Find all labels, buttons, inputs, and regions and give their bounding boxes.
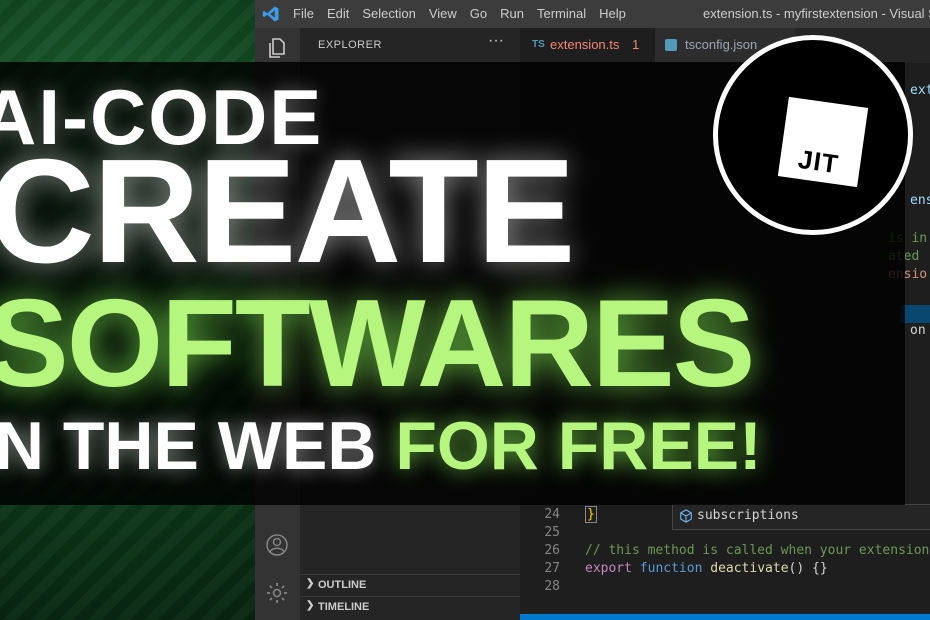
- outline-label: OUTLINE: [318, 579, 367, 591]
- explorer-header: EXPLORER: [318, 39, 382, 51]
- menu-file[interactable]: File: [293, 6, 314, 21]
- code-fragment: on: [910, 323, 926, 338]
- property-cube-icon: [680, 509, 692, 523]
- tab-label: tsconfig.json: [685, 37, 758, 52]
- chevron-right-icon: ❯: [306, 600, 315, 611]
- timeline-panel[interactable]: ❯ TIMELINE: [300, 596, 520, 619]
- menu-terminal[interactable]: Terminal: [537, 6, 586, 21]
- line-number: 24: [544, 507, 560, 522]
- jit-logo-square: JIT: [777, 96, 869, 188]
- typescript-file-icon: TS: [532, 39, 545, 50]
- jit-logo-text: JIT: [796, 143, 841, 180]
- menu-run[interactable]: Run: [500, 6, 524, 21]
- headline-for-free-text: FOR FREE!: [395, 408, 762, 484]
- menu-view[interactable]: View: [429, 6, 457, 21]
- menu-edit[interactable]: Edit: [327, 6, 349, 21]
- code-line: // this method is called when your exten…: [585, 543, 930, 558]
- problems-count: 1: [632, 37, 640, 52]
- line-number: 26: [544, 543, 560, 558]
- suggestion-item: subscriptions: [697, 508, 799, 523]
- suggestion-widget[interactable]: subscriptions: [672, 504, 930, 530]
- status-bar: [520, 614, 930, 620]
- title-bar: File Edit Selection View Go Run Terminal…: [255, 0, 930, 28]
- window-title: extension.ts - myfirstextension - Visual…: [703, 6, 930, 21]
- menu-go[interactable]: Go: [470, 6, 487, 21]
- outline-panel[interactable]: ❯ OUTLINE: [300, 574, 520, 597]
- code-fragment: ext: [910, 83, 930, 98]
- code-line: }: [585, 506, 597, 523]
- headline-in-the-web-text: IN THE WEB: [0, 408, 377, 484]
- timeline-label: TIMELINE: [318, 601, 370, 613]
- menu-bar: File Edit Selection View Go Run Terminal…: [293, 6, 639, 21]
- line-number: 25: [544, 525, 560, 540]
- code-line: export function deactivate() {}: [585, 561, 828, 576]
- menu-help[interactable]: Help: [599, 6, 626, 21]
- line-number: 28: [544, 579, 560, 594]
- code-fragment: ens: [910, 193, 930, 208]
- line-number: 27: [544, 561, 560, 576]
- json-file-icon: [665, 39, 677, 51]
- chevron-right-icon: ❯: [306, 578, 315, 589]
- headline-create: CREATE: [0, 129, 575, 294]
- tab-label: extension.ts: [550, 37, 620, 52]
- jit-logo-badge: JIT: [713, 35, 913, 235]
- headline-in-the-web: IN THE WEB FOR FREE!: [0, 412, 762, 480]
- account-icon[interactable]: [265, 533, 289, 557]
- tab-extension-ts[interactable]: TS extension.ts 1: [520, 28, 655, 63]
- settings-gear-icon[interactable]: [265, 581, 289, 605]
- more-actions-icon[interactable]: ···: [488, 32, 504, 50]
- explorer-files-icon[interactable]: [265, 36, 289, 60]
- headline-softwares: SOFTWARES: [0, 275, 755, 413]
- vscode-logo-icon: [262, 6, 279, 22]
- menu-selection[interactable]: Selection: [362, 6, 415, 21]
